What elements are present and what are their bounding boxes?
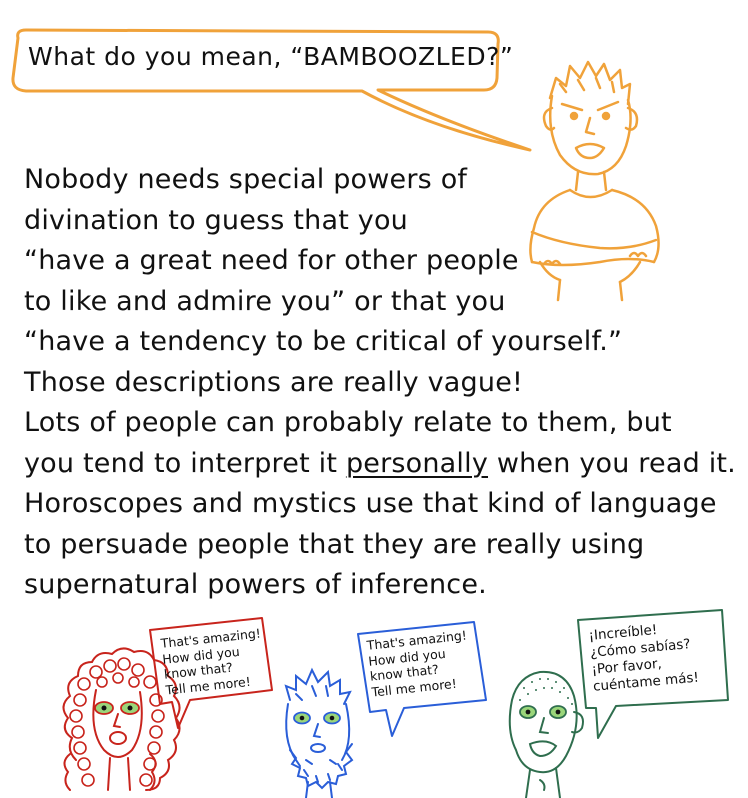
narration-line: to like and admire you” or that you xyxy=(24,285,506,317)
narration-line: supernatural powers of inference. xyxy=(24,569,487,600)
narration-line: divination to guess that you xyxy=(24,204,408,236)
top-speech-text: What do you mean, “BAMBOOZLED?” xyxy=(28,42,514,71)
red-bubble-text: That's amazing! How did you know that? T… xyxy=(160,625,266,697)
blue-man-eyes xyxy=(293,711,341,725)
bearded-man-illustration xyxy=(284,667,354,798)
narration-line: Horoscopes and mystics use that kind of … xyxy=(24,488,717,519)
green-bubble-text: ¡Increíble! ¿Cómo sabías? ¡Por favor, cu… xyxy=(588,619,700,696)
narration-line: to persuade people that they are really … xyxy=(24,528,645,560)
blue-bubble-text: That's amazing! How did you know that? T… xyxy=(366,627,472,699)
red-woman-eyes xyxy=(94,701,140,715)
green-man-eyes xyxy=(519,705,567,719)
comic-panel: What do you mean, “BAMBOOZLED?” Nobody n… xyxy=(0,0,748,798)
emphasized-word: personally xyxy=(345,447,489,479)
curly-woman-illustration xyxy=(62,647,181,791)
narration-segment: you tend to interpret it xyxy=(24,447,338,479)
bald-man-stubble xyxy=(519,678,573,705)
narration-segment: when you read it. xyxy=(496,447,736,479)
narration-line: Nobody needs special powers of xyxy=(24,164,468,195)
bald-man-illustration xyxy=(508,670,584,798)
narration-line: Lots of people can probably relate to th… xyxy=(24,407,672,438)
narration-line: “have a great need for other people xyxy=(24,245,519,276)
narration-line: you tend to interpret it personally when… xyxy=(24,444,744,485)
narration-line: “have a tendency to be critical of yours… xyxy=(24,326,623,357)
narration-text: Nobody needs special powers of divinatio… xyxy=(24,160,744,606)
narration-line: Those descriptions are really vague! xyxy=(24,366,524,398)
